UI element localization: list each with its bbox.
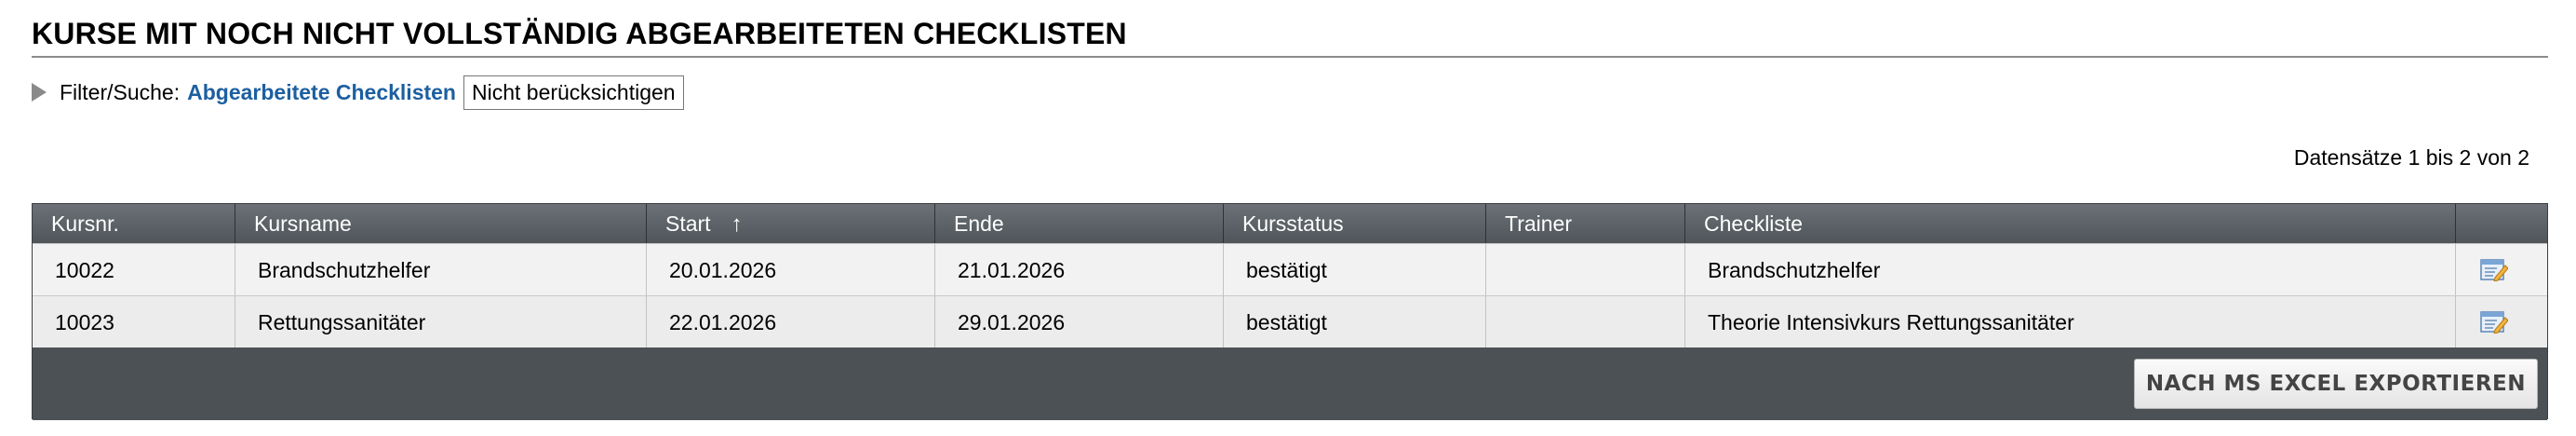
cell-trainer bbox=[1486, 244, 1685, 296]
column-header-trainer[interactable]: Trainer bbox=[1486, 204, 1685, 243]
table-footer: NACH MS EXCEL EXPORTIEREN bbox=[33, 347, 2547, 420]
courses-table: Kursnr. Kursname Start ↑ Ende Kursstatus … bbox=[32, 203, 2549, 420]
cell-start: 20.01.2026 bbox=[647, 244, 935, 296]
edit-checklist-icon[interactable] bbox=[2480, 309, 2508, 334]
edit-checklist-icon[interactable] bbox=[2480, 257, 2508, 281]
filter-link-completed-checklists[interactable]: Abgearbeitete Checklisten bbox=[187, 80, 456, 105]
title-divider bbox=[32, 56, 2548, 58]
cell-checkliste: Brandschutzhelfer bbox=[1685, 244, 2456, 296]
cell-kursnr: 10023 bbox=[33, 296, 235, 348]
cell-actions bbox=[2456, 244, 2549, 296]
column-header-start-label: Start bbox=[665, 211, 711, 236]
cell-actions bbox=[2456, 296, 2549, 348]
column-header-kursname[interactable]: Kursname bbox=[235, 204, 647, 243]
filter-bar: Filter/Suche: Abgearbeitete Checklisten … bbox=[32, 73, 684, 112]
column-header-ende[interactable]: Ende bbox=[935, 204, 1224, 243]
records-info: Datensätze 1 bis 2 von 2 bbox=[2293, 145, 2529, 170]
page: KURSE MIT NOCH NICHT VOLLSTÄNDIG ABGEARB… bbox=[0, 0, 2576, 436]
column-header-kursstatus[interactable]: Kursstatus bbox=[1224, 204, 1486, 243]
table-row[interactable]: 10023 Rettungssanitäter 22.01.2026 29.01… bbox=[33, 295, 2549, 348]
expand-triangle-icon[interactable] bbox=[32, 83, 47, 102]
column-header-start[interactable]: Start ↑ bbox=[647, 204, 935, 243]
cell-ende: 29.01.2026 bbox=[935, 296, 1224, 348]
cell-kursnr: 10022 bbox=[33, 244, 235, 296]
cell-kursstatus: bestätigt bbox=[1224, 244, 1486, 296]
column-header-actions bbox=[2456, 204, 2549, 243]
cell-ende: 21.01.2026 bbox=[935, 244, 1224, 296]
ignore-filter-button[interactable]: Nicht berücksichtigen bbox=[463, 75, 684, 110]
column-header-kursnr[interactable]: Kursnr. bbox=[33, 204, 235, 243]
column-header-checkliste[interactable]: Checkliste bbox=[1685, 204, 2456, 243]
cell-start: 22.01.2026 bbox=[647, 296, 935, 348]
export-excel-button[interactable]: NACH MS EXCEL EXPORTIEREN bbox=[2133, 359, 2538, 409]
cell-kursname: Brandschutzhelfer bbox=[235, 244, 647, 296]
cell-kursstatus: bestätigt bbox=[1224, 296, 1486, 348]
table-row[interactable]: 10022 Brandschutzhelfer 20.01.2026 21.01… bbox=[33, 243, 2549, 296]
sort-ascending-icon: ↑ bbox=[731, 211, 743, 237]
cell-checkliste: Theorie Intensivkurs Rettungssanitäter bbox=[1685, 296, 2456, 348]
table-header: Kursnr. Kursname Start ↑ Ende Kursstatus … bbox=[33, 204, 2547, 243]
page-title: KURSE MIT NOCH NICHT VOLLSTÄNDIG ABGEARB… bbox=[32, 17, 1127, 50]
cell-trainer bbox=[1486, 296, 1685, 348]
filter-label: Filter/Suche: bbox=[60, 79, 181, 104]
cell-kursname: Rettungssanitäter bbox=[235, 296, 647, 348]
